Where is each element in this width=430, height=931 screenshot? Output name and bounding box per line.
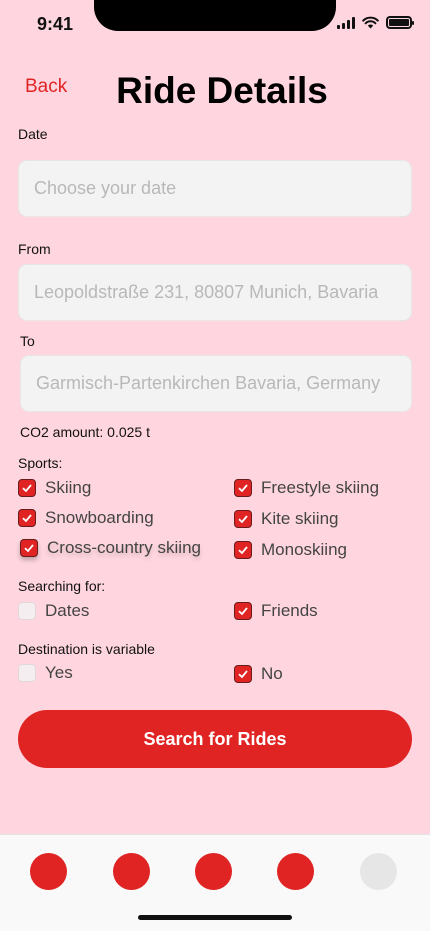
from-label: From	[18, 241, 51, 257]
sports-label: Sports:	[18, 455, 63, 471]
checkbox-label: No	[261, 664, 283, 683]
checkbox-label: Dates	[45, 601, 90, 620]
wifi-icon	[362, 16, 379, 29]
checkbox-checked-icon	[18, 479, 36, 497]
tab-4-icon[interactable]	[277, 853, 314, 890]
checkbox-checked-icon	[234, 665, 252, 683]
checkbox-label: Snowboarding	[45, 508, 154, 527]
date-field[interactable]: Choose your date	[18, 160, 412, 217]
sport-kite-checkbox[interactable]: Kite skiing	[234, 509, 338, 529]
searching-dates-checkbox[interactable]: Dates	[18, 601, 89, 621]
search-for-rides-button[interactable]: Search for Rides	[18, 710, 412, 768]
checkbox-checked-icon	[234, 479, 252, 497]
checkbox-label: Cross-country skiing	[47, 538, 201, 557]
sport-monoskiing-checkbox[interactable]: Monoskiing	[234, 540, 347, 560]
searching-for-label: Searching for:	[18, 578, 106, 594]
notch	[94, 0, 336, 31]
status-icons	[337, 16, 414, 29]
to-label: To	[20, 333, 35, 349]
checkbox-label: Monoskiing	[261, 540, 347, 559]
checkbox-checked-icon	[234, 510, 252, 528]
checkbox-label: Kite skiing	[261, 509, 339, 528]
destination-label: Destination is variable	[18, 641, 155, 657]
checkbox-unchecked-icon	[18, 664, 36, 682]
to-field[interactable]: Garmisch-Partenkirchen Bavaria, Germany	[20, 355, 412, 412]
from-field[interactable]: Leopoldstraße 231, 80807 Munich, Bavaria	[18, 264, 412, 321]
checkbox-unchecked-icon	[18, 602, 36, 620]
checkbox-checked-icon	[18, 509, 36, 527]
tab-2-icon[interactable]	[113, 853, 150, 890]
status-bar: 9:41	[0, 0, 430, 48]
checkbox-label: Yes	[45, 663, 73, 682]
status-time: 9:41	[37, 14, 74, 34]
tab-1-icon[interactable]	[30, 853, 67, 890]
checkbox-label: Freestyle skiing	[261, 478, 380, 497]
sport-skiing-checkbox[interactable]: Skiing	[18, 478, 91, 498]
tab-bar	[0, 834, 430, 931]
date-label: Date	[18, 126, 48, 142]
tab-5-icon[interactable]	[360, 853, 397, 890]
page-title: Ride Details	[116, 70, 328, 111]
home-indicator	[138, 915, 292, 920]
battery-icon	[386, 16, 414, 29]
destination-no-checkbox[interactable]: No	[234, 664, 283, 684]
destination-yes-checkbox[interactable]: Yes	[18, 663, 73, 683]
checkbox-checked-icon	[234, 602, 252, 620]
tab-3-icon[interactable]	[195, 853, 232, 890]
sport-freestyle-checkbox[interactable]: Freestyle skiing	[234, 478, 379, 498]
sport-snowboarding-checkbox[interactable]: Snowboarding	[18, 508, 154, 528]
searching-friends-checkbox[interactable]: Friends	[234, 601, 318, 621]
sport-cross-country-checkbox[interactable]: Cross-country skiing	[20, 538, 201, 558]
checkbox-label: Friends	[261, 601, 318, 620]
signal-icon	[337, 16, 355, 29]
co2-amount: CO2 amount: 0.025 t	[20, 424, 150, 440]
checkbox-label: Skiing	[45, 478, 92, 497]
checkbox-checked-icon	[234, 541, 252, 559]
checkbox-checked-icon	[20, 539, 38, 557]
